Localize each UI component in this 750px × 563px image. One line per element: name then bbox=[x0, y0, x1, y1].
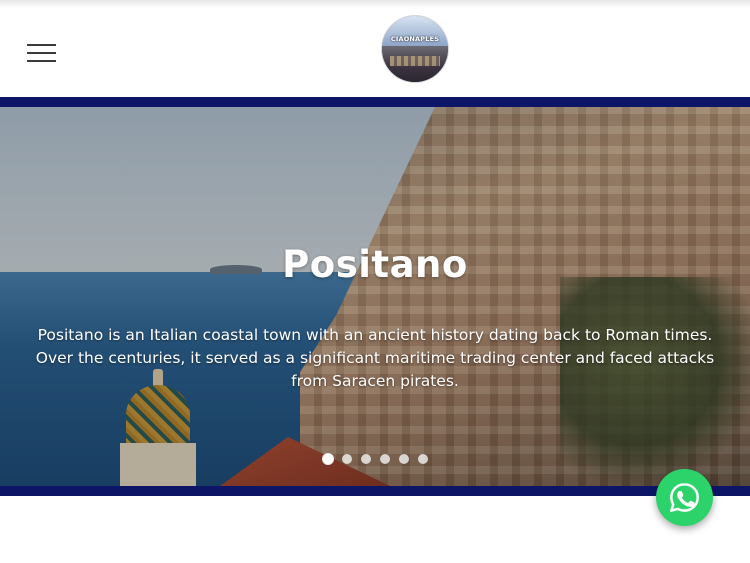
hamburger-line bbox=[27, 60, 56, 62]
hamburger-line bbox=[27, 52, 56, 54]
logo-city bbox=[382, 46, 448, 82]
slider-dot[interactable] bbox=[417, 454, 428, 464]
site-logo[interactable]: CIAONAPLES bbox=[382, 16, 448, 82]
hero-bottom-band bbox=[0, 486, 750, 496]
hero-top-band bbox=[0, 97, 750, 107]
slider-dots bbox=[0, 454, 750, 466]
hero-slider: Positano Positano is an Italian coastal … bbox=[0, 107, 750, 486]
slider-dot[interactable] bbox=[379, 454, 390, 464]
whatsapp-icon bbox=[670, 483, 699, 512]
whatsapp-chat-button[interactable] bbox=[656, 469, 713, 526]
site-header: CIAONAPLES bbox=[0, 0, 750, 97]
slider-dot[interactable] bbox=[341, 454, 352, 464]
logo-text: CIAONAPLES bbox=[390, 35, 440, 43]
hamburger-line bbox=[27, 44, 56, 46]
slider-dot[interactable] bbox=[322, 454, 333, 464]
header-top-shadow bbox=[0, 0, 750, 8]
slider-dot[interactable] bbox=[398, 454, 409, 464]
hero-title: Positano bbox=[282, 243, 468, 286]
slider-dot[interactable] bbox=[360, 454, 371, 464]
hamburger-menu-icon[interactable] bbox=[27, 44, 56, 64]
hero-description: Positano is an Italian coastal town with… bbox=[35, 326, 715, 390]
hero-dark-overlay bbox=[0, 107, 750, 486]
